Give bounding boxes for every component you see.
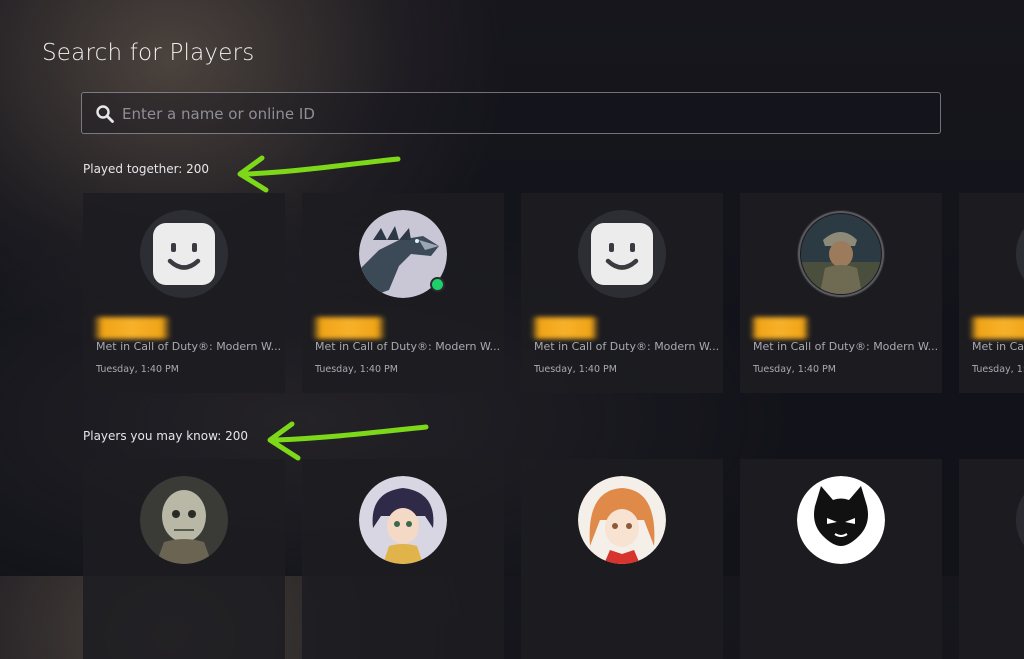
section-label-players-you-may-know: Players you may know: 200 bbox=[83, 429, 249, 443]
avatar bbox=[359, 210, 447, 298]
met-time: Tuesday, 1:40 PM bbox=[972, 364, 1024, 375]
player-card[interactable] bbox=[521, 459, 723, 659]
avatar bbox=[140, 210, 228, 298]
players-you-may-know-row bbox=[83, 459, 1024, 659]
avatar bbox=[797, 210, 885, 298]
player-card[interactable]: Met in Call of Duty®: Modern W... Tuesda… bbox=[521, 193, 723, 393]
player-card[interactable]: Met in Call of Duty®: Modern W... Tuesda… bbox=[740, 193, 942, 393]
redacted-name bbox=[531, 317, 599, 339]
avatar bbox=[578, 476, 666, 564]
page-title: Search for Players bbox=[42, 40, 255, 66]
met-in-text: Met in Call of Duty®: Modern W... bbox=[96, 340, 281, 353]
default-smiley-avatar-icon bbox=[591, 223, 653, 285]
masked-figure-avatar-icon bbox=[140, 476, 228, 564]
black-cat-avatar-icon bbox=[797, 476, 885, 564]
soldier-avatar-icon bbox=[798, 211, 884, 297]
anime-girl-dark-hair-avatar-icon bbox=[359, 476, 447, 564]
avatar bbox=[140, 476, 228, 564]
met-in-text: Met in Call of Duty®: Modern W... bbox=[315, 340, 500, 353]
met-time: Tuesday, 1:40 PM bbox=[315, 364, 398, 375]
avatar bbox=[359, 476, 447, 564]
default-smiley-avatar-icon bbox=[153, 223, 215, 285]
redacted-name bbox=[93, 317, 171, 339]
player-card[interactable] bbox=[83, 459, 285, 659]
redacted-name bbox=[312, 317, 386, 339]
search-icon bbox=[95, 104, 115, 124]
partial-yellow-avatar-icon bbox=[1016, 494, 1024, 546]
section-label-played-together: Played together: 200 bbox=[83, 162, 210, 176]
search-box[interactable] bbox=[81, 92, 941, 135]
redacted-name bbox=[750, 317, 810, 339]
player-card[interactable] bbox=[959, 459, 1024, 659]
met-in-text: Met in Call of Duty®: Modern W... bbox=[972, 340, 1024, 353]
met-in-text: Met in Call of Duty®: Modern W... bbox=[753, 340, 938, 353]
player-card[interactable]: Met in Call of Duty®: Modern W... Tuesda… bbox=[959, 193, 1024, 393]
player-card[interactable]: Met in Call of Duty®: Modern W... Tuesda… bbox=[302, 193, 504, 393]
met-in-text: Met in Call of Duty®: Modern W... bbox=[534, 340, 719, 353]
search-input[interactable] bbox=[120, 93, 924, 135]
online-status-indicator bbox=[430, 277, 445, 292]
avatar bbox=[797, 476, 885, 564]
player-card[interactable] bbox=[302, 459, 504, 659]
met-time: Tuesday, 1:40 PM bbox=[753, 364, 836, 375]
met-time: Tuesday, 1:40 PM bbox=[534, 364, 617, 375]
avatar bbox=[1016, 210, 1024, 298]
played-together-row: Met in Call of Duty®: Modern W... Tuesda… bbox=[83, 193, 1024, 393]
player-card[interactable]: Met in Call of Duty®: Modern W... Tuesda… bbox=[83, 193, 285, 393]
avatar bbox=[1016, 476, 1024, 564]
avatar bbox=[578, 210, 666, 298]
anime-girl-orange-hair-avatar-icon bbox=[578, 476, 666, 564]
redacted-name bbox=[969, 317, 1024, 339]
player-card[interactable] bbox=[740, 459, 942, 659]
met-time: Tuesday, 1:40 PM bbox=[96, 364, 179, 375]
